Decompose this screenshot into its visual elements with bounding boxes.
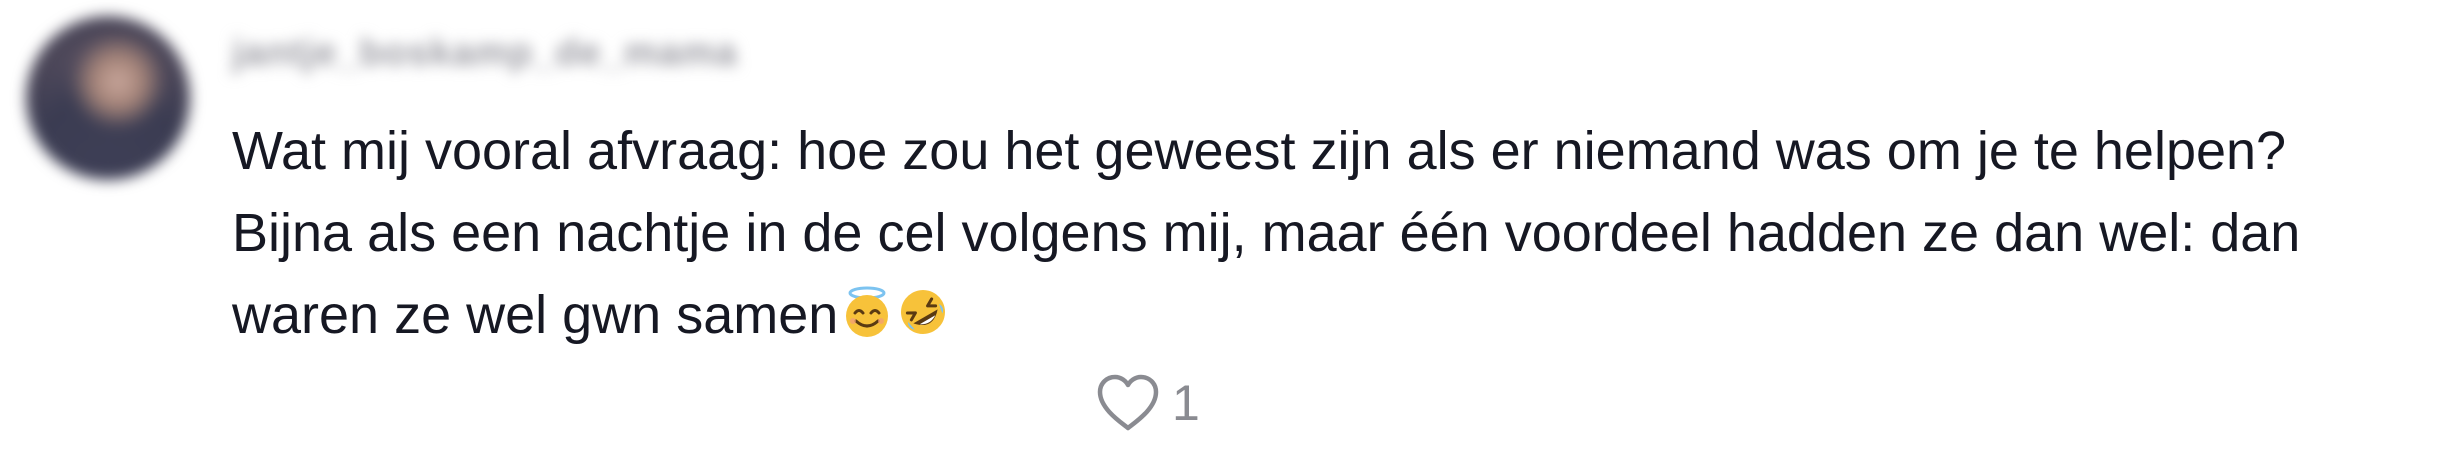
comment-username[interactable]: jantje_boskamp_de_mama bbox=[232, 30, 738, 76]
avatar[interactable] bbox=[26, 16, 190, 180]
like-count: 1 bbox=[1172, 375, 1200, 431]
smiling-face-with-halo-icon bbox=[840, 285, 894, 339]
comment-body: Wat mij vooral afvraag: hoe zou het gewe… bbox=[232, 121, 2301, 345]
comment-text: Wat mij vooral afvraag: hoe zou het gewe… bbox=[232, 110, 2412, 356]
like-button[interactable]: 1 bbox=[1096, 368, 1200, 438]
rolling-on-the-floor-laughing-icon bbox=[896, 285, 950, 339]
comment-item: jantje_boskamp_de_mama Wat mij vooral af… bbox=[0, 0, 2460, 460]
heart-outline-icon[interactable] bbox=[1096, 374, 1160, 432]
